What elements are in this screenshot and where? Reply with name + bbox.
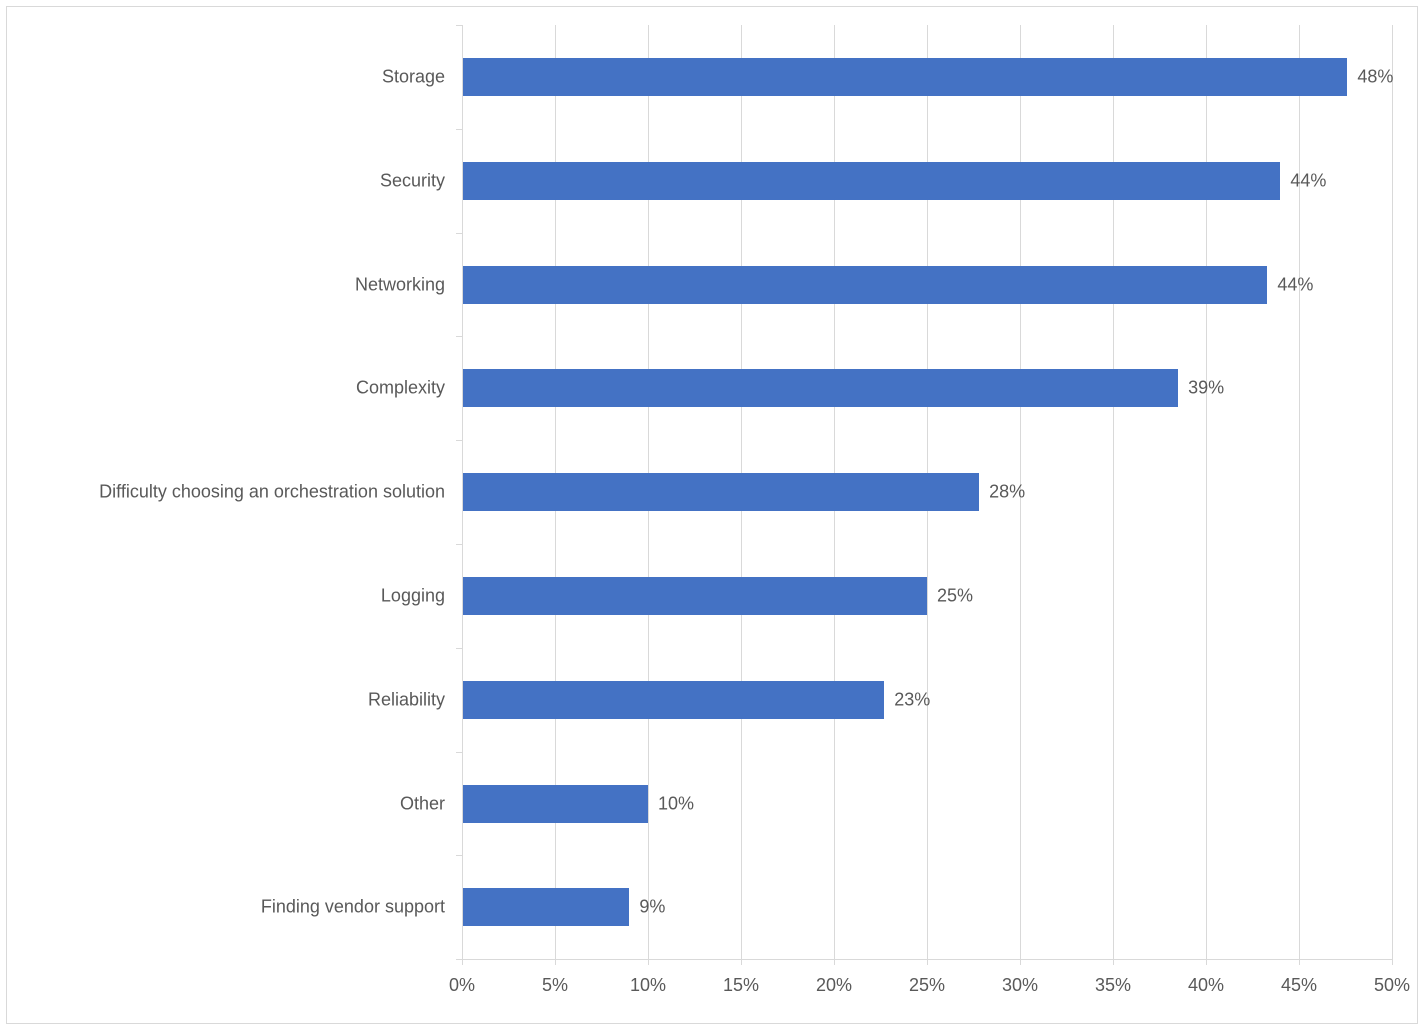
y-tick-mark xyxy=(456,129,462,130)
x-tick-label: 0% xyxy=(449,975,475,996)
y-tick-label: Difficulty choosing an orchestration sol… xyxy=(99,482,445,503)
bar xyxy=(462,473,979,511)
bar xyxy=(462,888,629,926)
y-tick-label: Finding vendor support xyxy=(261,897,445,918)
y-tick-mark xyxy=(456,233,462,234)
bar xyxy=(462,577,927,615)
x-tick-label: 25% xyxy=(909,975,945,996)
gridline xyxy=(1392,25,1393,959)
y-tick-label: Reliability xyxy=(368,689,445,710)
bar-value-label: 9% xyxy=(639,897,665,918)
y-tick-label: Networking xyxy=(355,274,445,295)
y-axis-line xyxy=(462,25,463,959)
plot-area: 48% 44% 44% 39% 28% 25% 23% 10% 9% 0% 5% 10% 15% 20%… xyxy=(7,7,1417,1023)
y-tick-mark xyxy=(456,544,462,545)
bar xyxy=(462,162,1280,200)
x-tick-label: 45% xyxy=(1281,975,1317,996)
y-tick-mark xyxy=(456,25,462,26)
y-tick-label: Complexity xyxy=(356,378,445,399)
bar-value-label: 48% xyxy=(1357,66,1393,87)
y-tick-label: Security xyxy=(380,170,445,191)
y-tick-mark xyxy=(456,336,462,337)
x-tick-label: 15% xyxy=(723,975,759,996)
x-tick-label: 10% xyxy=(630,975,666,996)
x-tick-mark xyxy=(1392,959,1393,965)
y-tick-label: Logging xyxy=(381,585,445,606)
bar xyxy=(462,785,648,823)
x-tick-label: 5% xyxy=(542,975,568,996)
x-axis-line xyxy=(462,959,1392,960)
y-tick-mark xyxy=(456,959,462,960)
bar-value-label: 28% xyxy=(989,482,1025,503)
x-tick-label: 20% xyxy=(816,975,852,996)
bar-value-label: 44% xyxy=(1277,274,1313,295)
bar xyxy=(462,266,1267,304)
bar xyxy=(462,58,1347,96)
bar-value-label: 44% xyxy=(1290,170,1326,191)
y-tick-mark xyxy=(456,440,462,441)
y-tick-mark xyxy=(456,648,462,649)
chart-frame: 48% 44% 44% 39% 28% 25% 23% 10% 9% 0% 5% 10% 15% 20%… xyxy=(6,6,1418,1024)
bar-value-label: 23% xyxy=(894,689,930,710)
bar xyxy=(462,369,1178,407)
bar xyxy=(462,681,884,719)
y-tick-mark xyxy=(456,855,462,856)
bar-value-label: 10% xyxy=(658,793,694,814)
x-tick-label: 50% xyxy=(1374,975,1410,996)
x-tick-label: 35% xyxy=(1095,975,1131,996)
gridline xyxy=(1299,25,1300,959)
bar-value-label: 39% xyxy=(1188,378,1224,399)
y-tick-label: Other xyxy=(400,793,445,814)
y-tick-label: Storage xyxy=(382,66,445,87)
x-tick-label: 30% xyxy=(1002,975,1038,996)
bar-value-label: 25% xyxy=(937,585,973,606)
x-tick-label: 40% xyxy=(1188,975,1224,996)
y-tick-mark xyxy=(456,752,462,753)
